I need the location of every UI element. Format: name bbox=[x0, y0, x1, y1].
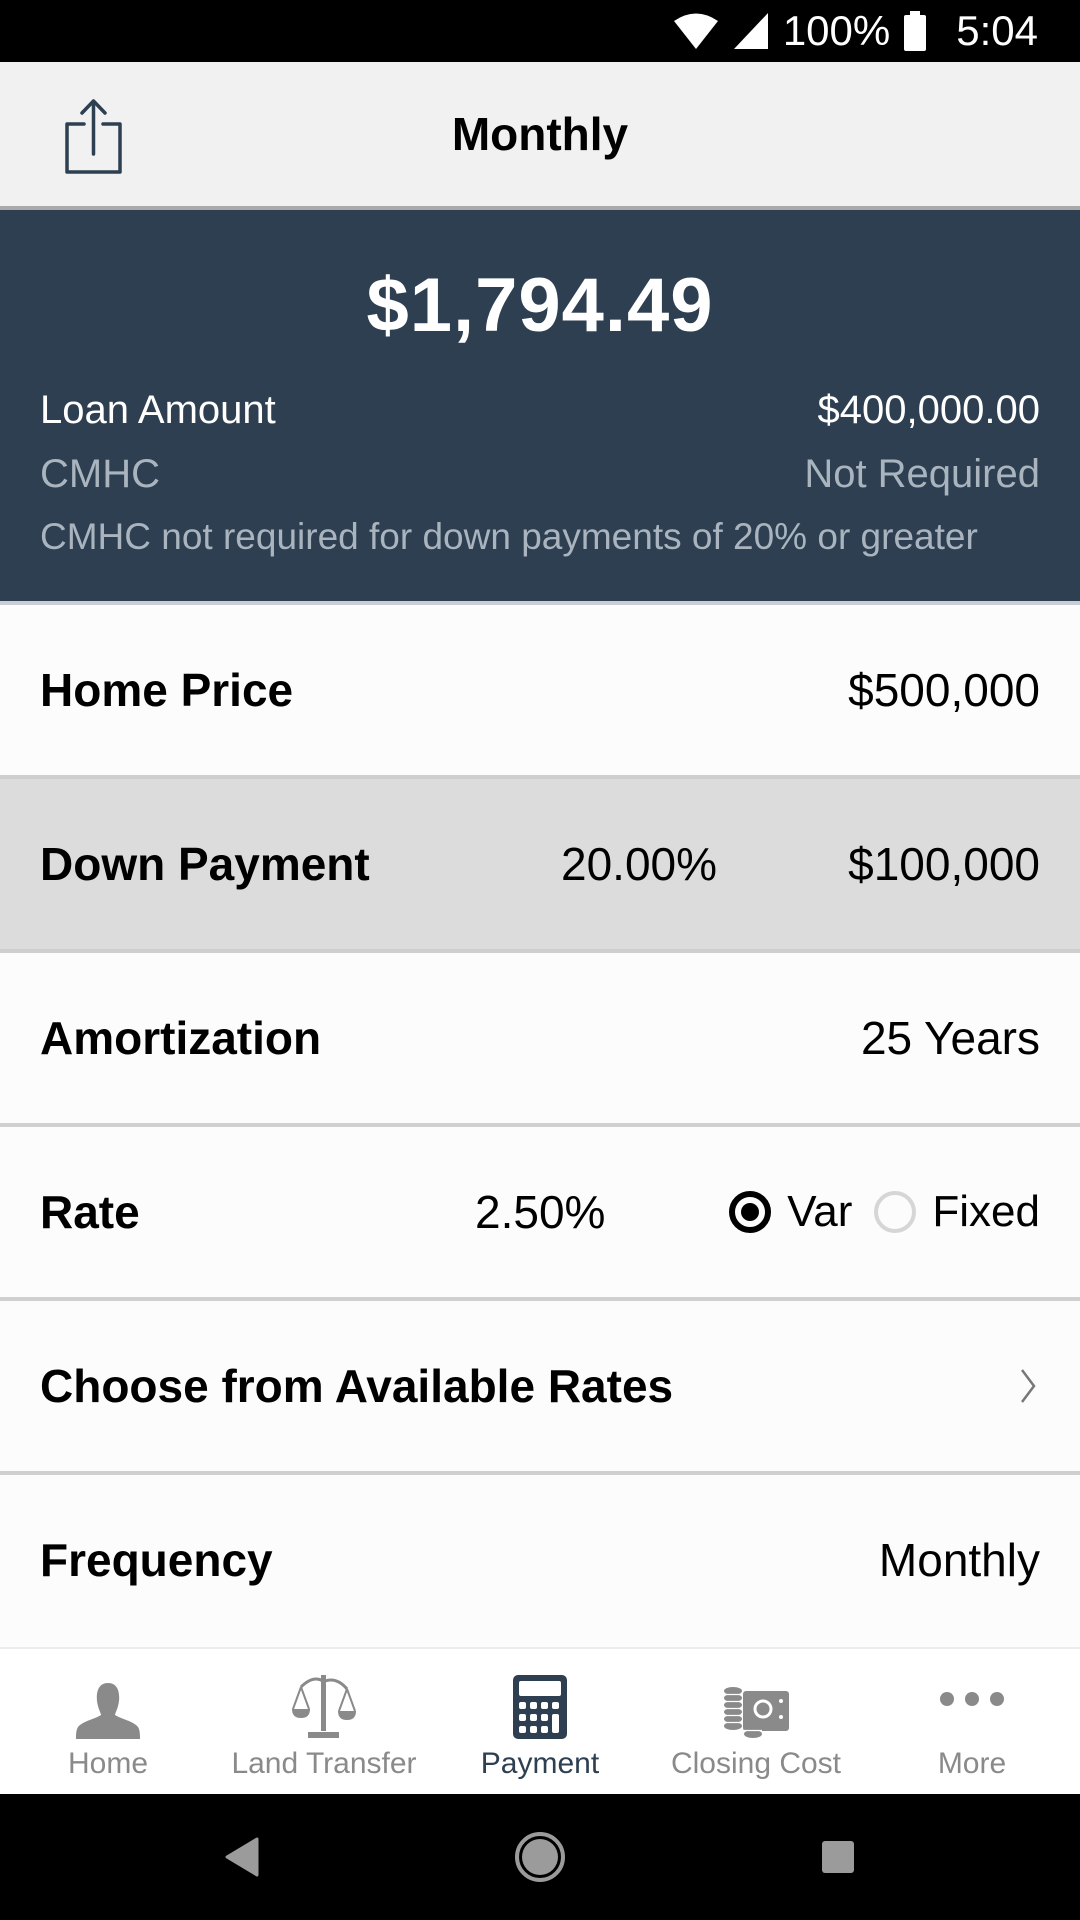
down-payment-label: Down Payment bbox=[40, 838, 370, 890]
radio-fixed[interactable]: Fixed bbox=[874, 1187, 1040, 1237]
recents-square-icon bbox=[822, 1841, 854, 1873]
nav-label-more: More bbox=[937, 1747, 1007, 1780]
status-bar: 100% 5:04 bbox=[0, 0, 1080, 62]
system-nav-bar bbox=[0, 1794, 1080, 1920]
battery-percent: 100% bbox=[782, 7, 891, 54]
available-rates-label: Choose from Available Rates bbox=[40, 1360, 674, 1412]
back-triangle-icon bbox=[225, 1837, 259, 1877]
frequency-row[interactable]: Frequency Monthly bbox=[0, 1475, 1080, 1645]
chevron-right-icon bbox=[1021, 1369, 1036, 1403]
app-header: Monthly bbox=[0, 62, 1080, 210]
cmhc-row: CMHC Not Required bbox=[40, 452, 1040, 497]
amortization-row[interactable]: Amortization 25 Years bbox=[0, 953, 1080, 1127]
home-circle-icon bbox=[515, 1832, 565, 1882]
amortization-value[interactable]: 25 Years bbox=[861, 953, 1040, 1123]
radio-selected-icon bbox=[729, 1191, 772, 1233]
nav-label-closing-cost: Closing Cost bbox=[670, 1747, 842, 1780]
down-payment-row[interactable]: Down Payment 20.00% $100,000 bbox=[0, 779, 1080, 953]
home-price-row[interactable]: Home Price $500,000 bbox=[0, 605, 1080, 779]
nav-item-payment[interactable]: Payment bbox=[432, 1649, 648, 1794]
clock: 5:04 bbox=[956, 7, 1038, 54]
payment-amount: $1,794.49 bbox=[366, 263, 714, 348]
down-payment-percent[interactable]: 20.00% bbox=[561, 779, 717, 949]
nav-item-closing-cost[interactable]: Closing Cost bbox=[648, 1649, 864, 1794]
nav-item-more[interactable]: More bbox=[864, 1649, 1080, 1794]
rate-value[interactable]: 2.50% bbox=[475, 1127, 605, 1297]
available-rates-row[interactable]: Choose from Available Rates bbox=[0, 1301, 1080, 1475]
radio-variable-label: Var bbox=[787, 1187, 853, 1236]
rate-label: Rate bbox=[40, 1186, 140, 1238]
system-back-button[interactable] bbox=[182, 1794, 302, 1920]
rate-type-radio-group: Var Fixed bbox=[729, 1127, 1040, 1297]
payment-summary: $1,794.49 Loan Amount $400,000.00 CMHC N… bbox=[0, 210, 1080, 605]
radio-fixed-label: Fixed bbox=[932, 1187, 1040, 1236]
money-coins-icon bbox=[716, 1669, 796, 1739]
bottom-nav: Home Land Transfer Payment Closing Cost … bbox=[0, 1647, 1080, 1794]
cmhc-label: CMHC bbox=[40, 452, 160, 496]
cell-signal-icon bbox=[733, 12, 769, 50]
scales-icon bbox=[284, 1669, 364, 1739]
wifi-icon bbox=[673, 12, 719, 50]
calculator-icon bbox=[500, 1669, 580, 1739]
battery-icon bbox=[904, 11, 927, 51]
nav-item-home[interactable]: Home bbox=[0, 1649, 216, 1794]
page-title: Monthly bbox=[451, 108, 629, 160]
loan-amount-value: $400,000.00 bbox=[817, 388, 1040, 432]
nav-label-land-transfer: Land Transfer bbox=[231, 1747, 417, 1780]
nav-label-home: Home bbox=[67, 1747, 149, 1780]
cmhc-value: Not Required bbox=[804, 452, 1040, 496]
rate-row: Rate 2.50% Var Fixed bbox=[0, 1127, 1080, 1301]
more-dots-icon bbox=[932, 1669, 1012, 1729]
radio-unselected-icon bbox=[874, 1191, 917, 1233]
loan-amount-label: Loan Amount bbox=[40, 388, 276, 432]
down-payment-value[interactable]: $100,000 bbox=[848, 779, 1040, 949]
frequency-label: Frequency bbox=[40, 1534, 273, 1586]
loan-amount-row: Loan Amount $400,000.00 bbox=[40, 388, 1040, 433]
person-icon bbox=[68, 1669, 148, 1739]
amortization-label: Amortization bbox=[40, 1012, 322, 1064]
nav-label-payment: Payment bbox=[480, 1747, 600, 1780]
cmhc-note: CMHC not required for down payments of 2… bbox=[40, 516, 978, 557]
radio-variable[interactable]: Var bbox=[729, 1187, 852, 1237]
home-price-value[interactable]: $500,000 bbox=[848, 605, 1040, 775]
nav-item-land-transfer[interactable]: Land Transfer bbox=[216, 1649, 432, 1794]
home-price-label: Home Price bbox=[40, 664, 294, 716]
system-recents-button[interactable] bbox=[778, 1794, 898, 1920]
system-home-button[interactable] bbox=[480, 1794, 600, 1920]
frequency-value[interactable]: Monthly bbox=[879, 1475, 1040, 1645]
